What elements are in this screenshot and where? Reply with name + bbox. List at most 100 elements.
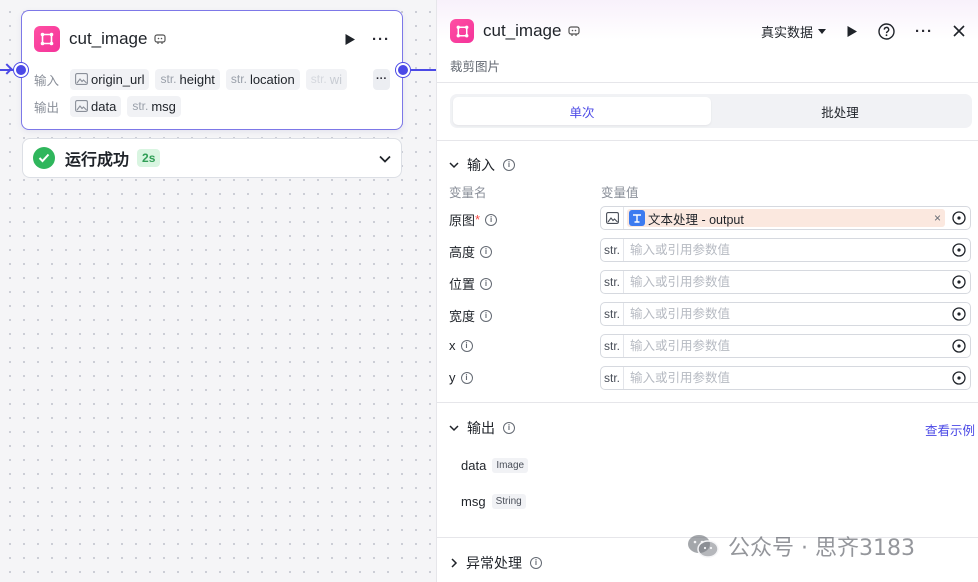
watermark: 公众号 · 思齐3183 xyxy=(686,530,915,562)
panel-title: cut_image xyxy=(483,21,562,40)
string-type-icon: str. xyxy=(601,335,624,357)
run-status-text: 运行成功 xyxy=(65,152,130,169)
output-item-msg: msg String xyxy=(461,494,526,509)
tab-batch[interactable]: 批处理 xyxy=(711,97,969,125)
reference-picker-icon[interactable] xyxy=(948,211,970,225)
info-icon[interactable]: i xyxy=(460,371,473,384)
height-input[interactable] xyxy=(630,240,948,260)
edge-arrow-icon xyxy=(1,63,13,75)
node-title: cut_image xyxy=(69,29,148,48)
input-tag-origin-url: origin_url xyxy=(70,68,150,90)
tab-single[interactable]: 单次 xyxy=(453,97,711,125)
divider xyxy=(437,402,978,403)
var-label-height: 高度 i xyxy=(449,242,493,261)
info-icon[interactable]: i xyxy=(480,277,493,290)
chevron-down-icon[interactable] xyxy=(379,151,391,166)
var-label-origin-image: 原图 * i xyxy=(449,210,498,229)
reference-picker-icon[interactable] xyxy=(948,371,970,385)
reference-picker-icon[interactable] xyxy=(948,275,970,289)
plugin-icon xyxy=(34,26,60,52)
string-type-icon: str. xyxy=(601,367,624,389)
info-icon[interactable]: i xyxy=(480,245,493,258)
remove-reference-icon[interactable]: × xyxy=(934,211,941,225)
var-label-x: x i xyxy=(449,338,473,353)
x-field[interactable]: str. xyxy=(600,334,971,358)
output-port-handle[interactable] xyxy=(396,63,410,77)
location-field[interactable]: str. xyxy=(600,270,971,294)
chevron-down-icon xyxy=(449,424,459,431)
string-type-icon: str. xyxy=(601,271,624,293)
var-label-width: 宽度 i xyxy=(449,306,493,325)
info-icon[interactable]: i xyxy=(460,339,473,352)
image-type-icon xyxy=(601,207,624,229)
panel-description: 裁剪图片 xyxy=(450,60,501,74)
error-section-header[interactable]: 异常处理 i xyxy=(451,553,542,573)
column-header-name: 变量名 xyxy=(449,186,487,200)
image-type-icon xyxy=(75,73,88,85)
column-header-value: 变量值 xyxy=(601,186,639,200)
success-check-icon xyxy=(33,147,55,169)
help-icon[interactable] xyxy=(878,22,895,40)
y-field[interactable]: str. xyxy=(600,366,971,390)
run-status-bar[interactable]: 运行成功 2s xyxy=(22,138,402,178)
workflow-node[interactable]: cut_image ··· 输入 origin_url str. height s… xyxy=(21,10,403,130)
reference-picker-icon[interactable] xyxy=(948,307,970,321)
string-type-icon: str. xyxy=(601,303,624,325)
info-icon[interactable]: i xyxy=(530,557,542,569)
width-input[interactable] xyxy=(630,304,948,324)
y-input[interactable] xyxy=(630,368,948,388)
divider xyxy=(437,82,978,83)
input-section-header[interactable]: 输入 i xyxy=(449,155,515,175)
divider xyxy=(437,140,978,141)
input-tag-width: str. wi xyxy=(305,68,348,90)
var-label-location: 位置 i xyxy=(449,274,493,293)
output-type-badge: String xyxy=(491,494,526,509)
output-type-badge: Image xyxy=(492,458,529,473)
input-port-handle[interactable] xyxy=(14,63,28,77)
wechat-icon xyxy=(686,533,720,559)
outgoing-edge xyxy=(411,69,437,71)
node-inputs-row: 输入 origin_url str. height str. location st… xyxy=(34,68,390,90)
info-icon[interactable]: i xyxy=(480,309,493,322)
plugin-icon xyxy=(450,19,474,43)
text-process-icon xyxy=(629,210,645,226)
plugin-badge-icon xyxy=(567,25,580,38)
input-tag-location: str. location xyxy=(225,68,300,90)
chevron-right-icon xyxy=(451,558,458,568)
node-more-button[interactable]: ··· xyxy=(372,31,390,48)
input-tag-height: str. height xyxy=(155,68,220,90)
required-asterisk: * xyxy=(475,212,481,227)
plugin-badge-icon xyxy=(153,33,166,46)
more-inputs-button[interactable]: ··· xyxy=(373,68,390,90)
reference-picker-icon[interactable] xyxy=(948,243,970,257)
info-icon[interactable]: i xyxy=(503,422,515,434)
node-input-label: 输入 xyxy=(34,73,60,88)
string-type-icon: str. xyxy=(601,239,624,261)
x-input[interactable] xyxy=(630,336,948,356)
view-example-link[interactable]: 查看示例 xyxy=(925,420,975,439)
output-section-header[interactable]: 输出 i xyxy=(449,418,515,438)
info-icon[interactable]: i xyxy=(503,159,515,171)
output-item-data: data Image xyxy=(461,458,529,473)
location-input[interactable] xyxy=(630,272,948,292)
image-type-icon xyxy=(75,100,88,112)
run-node-button[interactable] xyxy=(846,25,858,38)
output-tag-msg: str. msg xyxy=(127,95,181,117)
panel-more-button[interactable]: ··· xyxy=(915,23,933,40)
run-mode-tabs: 单次 批处理 xyxy=(450,94,972,128)
reference-chip[interactable]: 文本处理 - output × xyxy=(627,209,945,227)
origin-image-field[interactable]: 文本处理 - output × xyxy=(600,206,971,230)
chevron-down-icon xyxy=(449,161,459,168)
panel-header: cut_image 真实数据 ··· xyxy=(450,18,965,44)
height-field[interactable]: str. xyxy=(600,238,971,262)
node-outputs-row: 输出 data str. msg xyxy=(34,95,390,117)
close-icon[interactable] xyxy=(953,25,965,37)
caret-down-icon xyxy=(818,28,826,34)
width-field[interactable]: str. xyxy=(600,302,971,326)
node-output-label: 输出 xyxy=(34,100,60,115)
reference-picker-icon[interactable] xyxy=(948,339,970,353)
run-node-button[interactable] xyxy=(344,33,356,46)
data-mode-select[interactable]: 真实数据 xyxy=(761,22,826,41)
var-label-y: y i xyxy=(449,370,473,385)
info-icon[interactable]: i xyxy=(485,213,498,226)
